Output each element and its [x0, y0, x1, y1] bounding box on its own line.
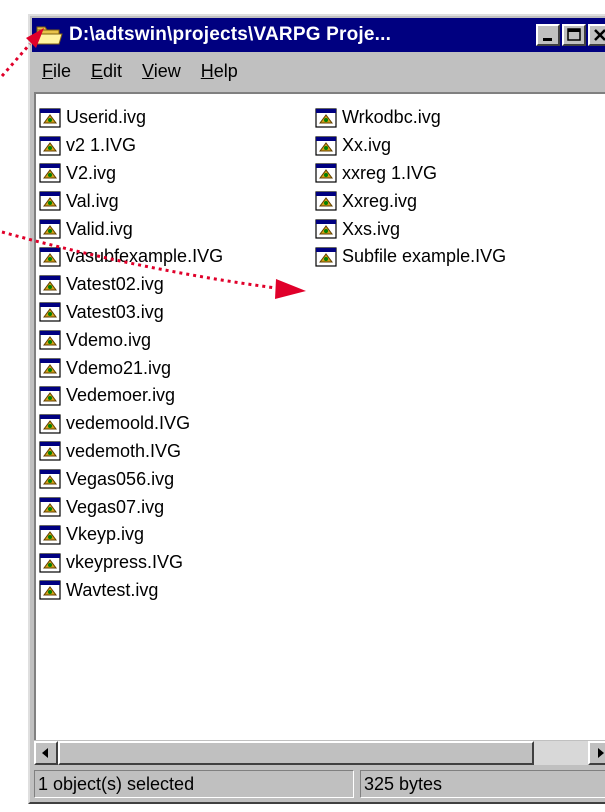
annotation-arrow-title: [0, 43, 32, 77]
annotation-overlay: [0, 28, 306, 299]
annotation-arrowhead-subfile: [275, 279, 306, 299]
annotation-arrowhead-title: [26, 28, 44, 48]
annotation-arrow-subfile: [1, 230, 277, 290]
